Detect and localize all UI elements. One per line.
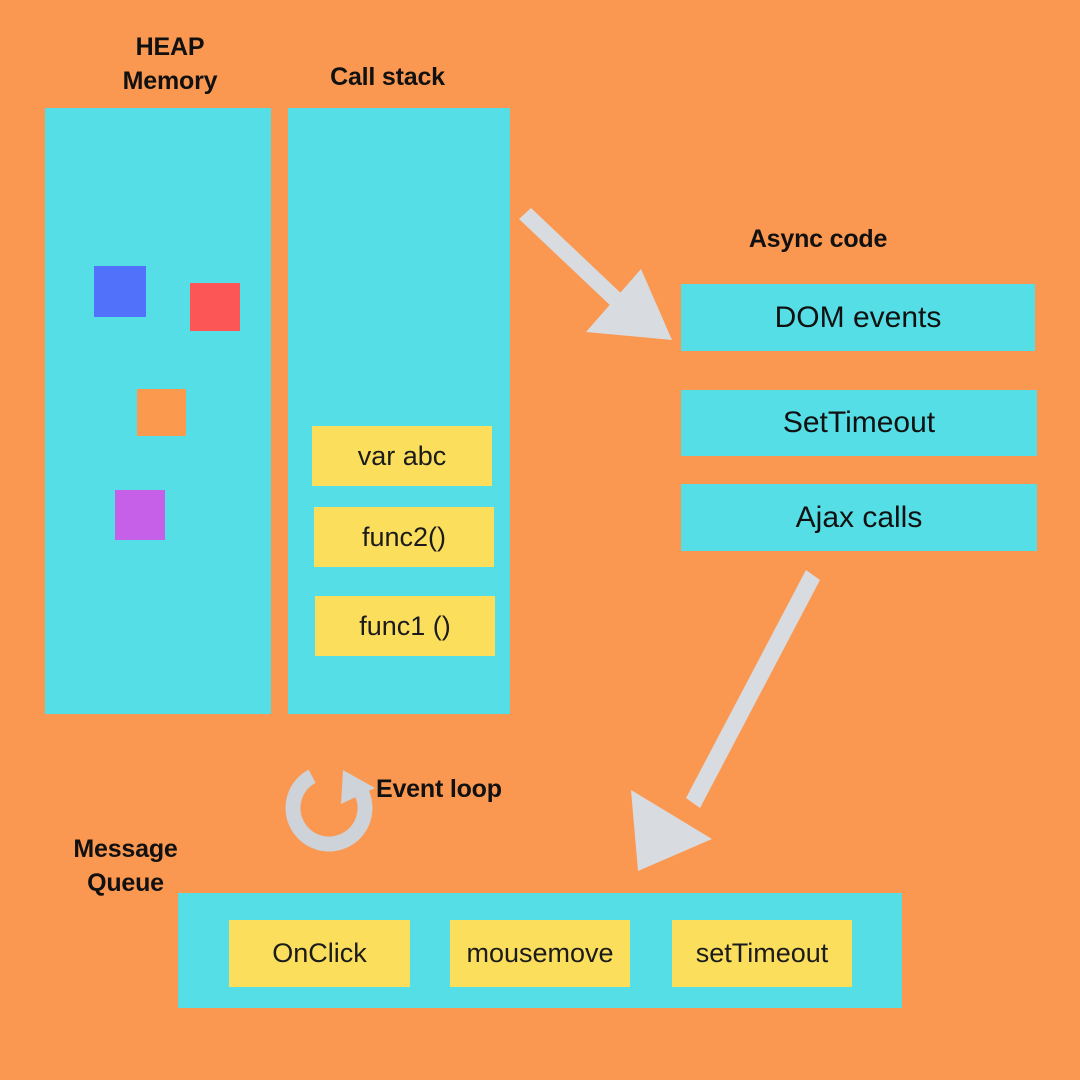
event-loop-label: Event loop: [376, 775, 502, 803]
diagram-canvas: HEAP Memory Call stack Async code Event …: [0, 0, 1080, 1080]
heap-block-red: [190, 283, 240, 331]
async-item-dom-events[interactable]: DOM events: [681, 284, 1035, 351]
message-queue-label: Message Queue: [73, 835, 178, 897]
queue-item-settimeout[interactable]: setTimeout: [672, 920, 852, 987]
async-item-settimeout[interactable]: SetTimeout: [681, 390, 1037, 456]
heap-block-blue: [94, 266, 146, 317]
heap-block-purple: [115, 490, 165, 540]
refresh-loop-icon: [283, 762, 375, 854]
queue-item-onclick[interactable]: OnClick: [229, 920, 410, 987]
call-stack-frame[interactable]: func1 (): [315, 596, 495, 656]
heap-block-orange: [137, 389, 186, 436]
async-item-ajax-calls[interactable]: Ajax calls: [681, 484, 1037, 551]
call-stack-frame[interactable]: func2(): [314, 507, 494, 567]
heap-memory-label: HEAP Memory: [122, 33, 218, 95]
call-stack-label: Call stack: [330, 63, 445, 91]
async-code-label: Async code: [748, 225, 888, 253]
call-stack-frame[interactable]: var abc: [312, 426, 492, 486]
queue-item-mousemove[interactable]: mousemove: [450, 920, 630, 987]
